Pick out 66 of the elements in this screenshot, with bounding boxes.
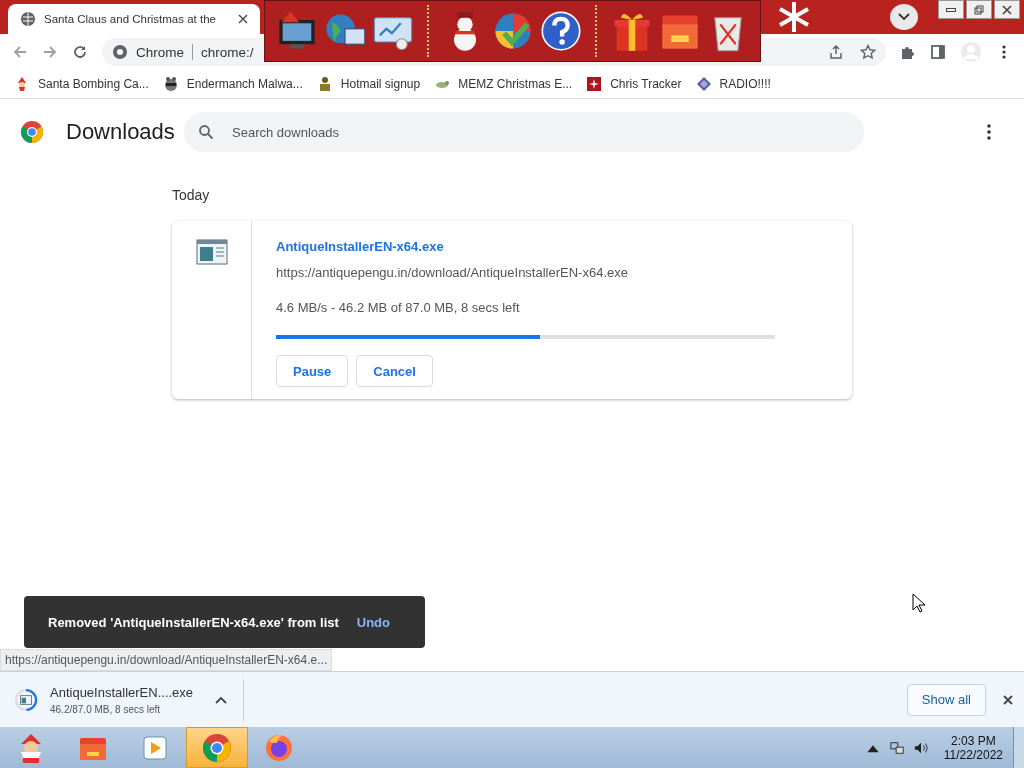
site-label: Chrome <box>136 44 184 60</box>
bookmark-label: Endermanch Malwa... <box>186 77 303 91</box>
network-icon[interactable] <box>889 740 904 755</box>
close-icon <box>1001 3 1013 16</box>
bookmark-label: RADIO!!!! <box>719 77 771 91</box>
animal-face-icon <box>162 76 179 92</box>
bookmark-item[interactable]: MEMZ Christmas E... <box>434 76 573 92</box>
chrome-icon <box>112 44 128 60</box>
diamond-icon <box>695 76 712 92</box>
back-icon[interactable] <box>12 44 28 60</box>
star-icon[interactable] <box>860 44 876 60</box>
clock-time: 2:03 PM <box>951 733 996 748</box>
speaker-icon[interactable] <box>913 740 928 755</box>
share-icon[interactable] <box>828 44 844 60</box>
shelf-file-name: AntiqueInstallerEN....exe <box>50 684 194 700</box>
bookmark-item[interactable]: RADIO!!!! <box>695 76 771 92</box>
side-panel-icon[interactable] <box>930 44 946 60</box>
more-options-icon[interactable] <box>986 123 992 141</box>
mouse-pointer-icon <box>912 593 926 613</box>
restore-icon <box>973 3 985 16</box>
tab-title: Santa Claus and Christmas at the <box>44 13 217 25</box>
pause-button[interactable]: Pause <box>276 355 349 387</box>
browser-tab[interactable]: Santa Claus and Christmas at the <box>8 4 260 34</box>
globe-icon <box>20 11 36 27</box>
status-url: https://antiquepengu.in/download/AntiqueInstallerEN-x64.e... <box>0 649 333 671</box>
chevron-down-icon <box>898 13 910 21</box>
bookmark-label: Santa Bombing Ca... <box>38 77 149 91</box>
cancel-button[interactable]: Cancel <box>356 355 433 387</box>
bookmark-label: MEMZ Christmas E... <box>458 77 573 91</box>
show-all-button[interactable]: Show all <box>906 683 986 716</box>
file-url: https://antiquepengu.in/download/AntiqueInstallerEN-x64.exe <box>276 265 628 280</box>
close-icon[interactable] <box>1002 693 1014 706</box>
snackbar-message: Removed 'AntiqueInstallerEN-x64.exe' from list <box>48 614 339 630</box>
search-bar[interactable]: Search downloads <box>184 112 864 152</box>
url-text: chrome:/ <box>201 44 254 60</box>
chrome-logo-icon <box>20 120 44 144</box>
restore-button[interactable] <box>966 0 992 19</box>
chrome-icon <box>201 731 233 764</box>
spark-icon <box>586 76 603 92</box>
puzzle-icon[interactable] <box>900 44 916 60</box>
bookmark-label: Chris Tracker <box>610 77 682 91</box>
bookmark-item[interactable]: Chris Tracker <box>586 76 682 92</box>
minimize-icon <box>946 7 956 12</box>
file-icon <box>195 239 228 265</box>
close-icon[interactable] <box>238 14 248 24</box>
bookmark-item[interactable]: Hotmail signup <box>316 76 421 92</box>
reload-icon[interactable] <box>72 44 88 60</box>
bookmark-item[interactable]: Santa Bombing Ca... <box>14 76 149 92</box>
download-status: 4.6 MB/s - 46.2 MB of 87.0 MB, 8 secs left <box>276 300 520 315</box>
minimize-button[interactable] <box>938 0 964 19</box>
caret-icon[interactable] <box>215 695 228 704</box>
file-name-link[interactable]: AntiqueInstallerEN-x64.exe <box>276 239 444 254</box>
undo-link[interactable]: Undo <box>356 614 390 630</box>
download-shelf-item[interactable]: AntiqueInstallerEN....exe 46.2/87.0 MB, 8 secs left <box>14 677 236 722</box>
close-button[interactable] <box>994 0 1020 19</box>
bookmark-label: Hotmail signup <box>340 77 421 91</box>
clock-date: 11/22/2022 <box>943 747 1003 762</box>
shelf-status: 46.2/87.0 MB, 8 secs left <box>50 703 162 715</box>
forward-icon[interactable] <box>42 44 58 60</box>
search-field[interactable]: Search downloads <box>230 123 850 141</box>
taskbar-button[interactable] <box>186 727 248 768</box>
search-icon <box>198 124 214 140</box>
progress-ring-icon <box>14 687 38 712</box>
bookmark-item[interactable]: Endermanch Malwa... <box>162 76 303 92</box>
section-heading: Today <box>172 187 211 203</box>
tab-search-button[interactable] <box>890 4 918 30</box>
